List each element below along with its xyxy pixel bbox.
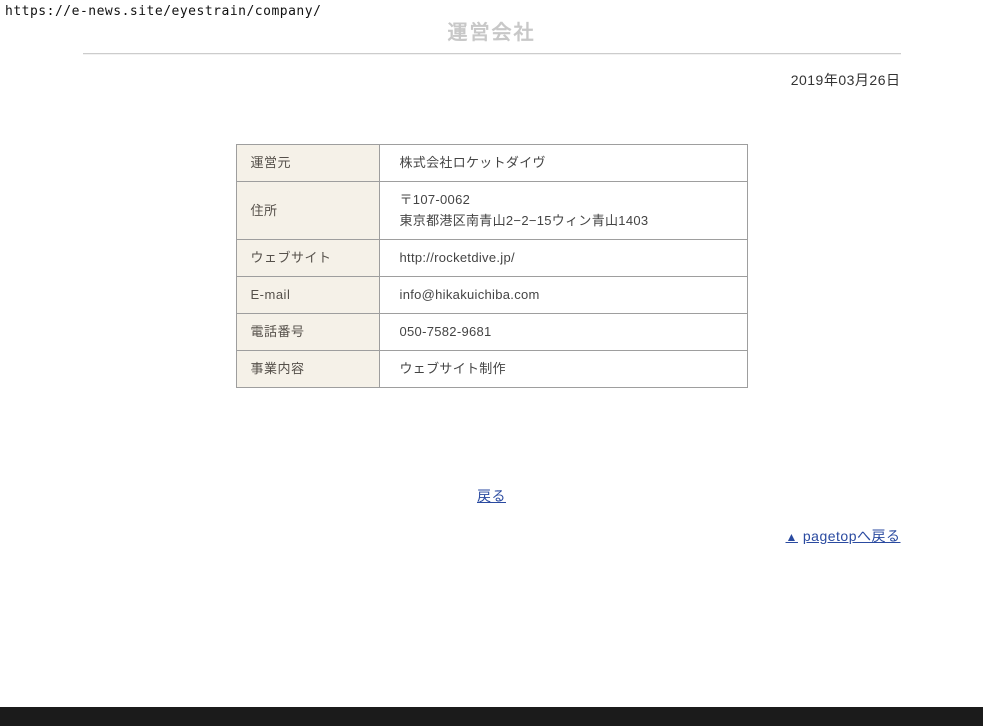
company-info-table: 運営元 株式会社ロケットダイヴ 住所 〒107-0062 東京都港区南青山2−2…: [236, 144, 748, 388]
row-label: 住所: [236, 182, 379, 240]
table-row-website: ウェブサイト http://rocketdive.jp/: [236, 240, 747, 277]
title-divider: [83, 53, 901, 55]
back-link[interactable]: 戻る: [477, 488, 506, 504]
row-value: ウェブサイト制作: [379, 351, 747, 388]
row-value: info@hikakuichiba.com: [379, 277, 747, 314]
pagetop-link[interactable]: ▲ pagetopへ戻る: [786, 528, 901, 544]
table-row-email: E-mail info@hikakuichiba.com: [236, 277, 747, 314]
page: https://e-news.site/eyestrain/company/ 運…: [0, 0, 983, 726]
pagetop-link-label: pagetopへ戻る: [803, 528, 901, 544]
row-value: 株式会社ロケットダイヴ: [379, 145, 747, 182]
row-label: E-mail: [236, 277, 379, 314]
table-row-business: 事業内容 ウェブサイト制作: [236, 351, 747, 388]
table-row-operator: 運営元 株式会社ロケットダイヴ: [236, 145, 747, 182]
table-row-phone: 電話番号 050-7582-9681: [236, 314, 747, 351]
row-label: 事業内容: [236, 351, 379, 388]
page-url-text: https://e-news.site/eyestrain/company/: [5, 4, 321, 19]
back-link-container: 戻る: [83, 486, 901, 506]
row-value: 〒107-0062 東京都港区南青山2−2−15ウィン青山1403: [379, 182, 747, 240]
row-value: http://rocketdive.jp/: [379, 240, 747, 277]
address-text: 東京都港区南青山2−2−15ウィン青山1403: [400, 213, 727, 229]
row-label: 運営元: [236, 145, 379, 182]
footer-bar: [0, 707, 983, 726]
row-label: 電話番号: [236, 314, 379, 351]
triangle-up-icon: ▲: [786, 530, 798, 544]
date-text: 2019年03月26日: [83, 70, 901, 90]
table-row-address: 住所 〒107-0062 東京都港区南青山2−2−15ウィン青山1403: [236, 182, 747, 240]
row-label: ウェブサイト: [236, 240, 379, 277]
content-area: 運営会社 2019年03月26日 運営元 株式会社ロケットダイヴ 住所 〒107…: [83, 0, 901, 546]
pagetop-link-container: ▲ pagetopへ戻る: [83, 526, 901, 546]
row-value: 050-7582-9681: [379, 314, 747, 351]
postal-code-text: 〒107-0062: [400, 192, 727, 208]
page-title: 運営会社: [83, 22, 901, 44]
